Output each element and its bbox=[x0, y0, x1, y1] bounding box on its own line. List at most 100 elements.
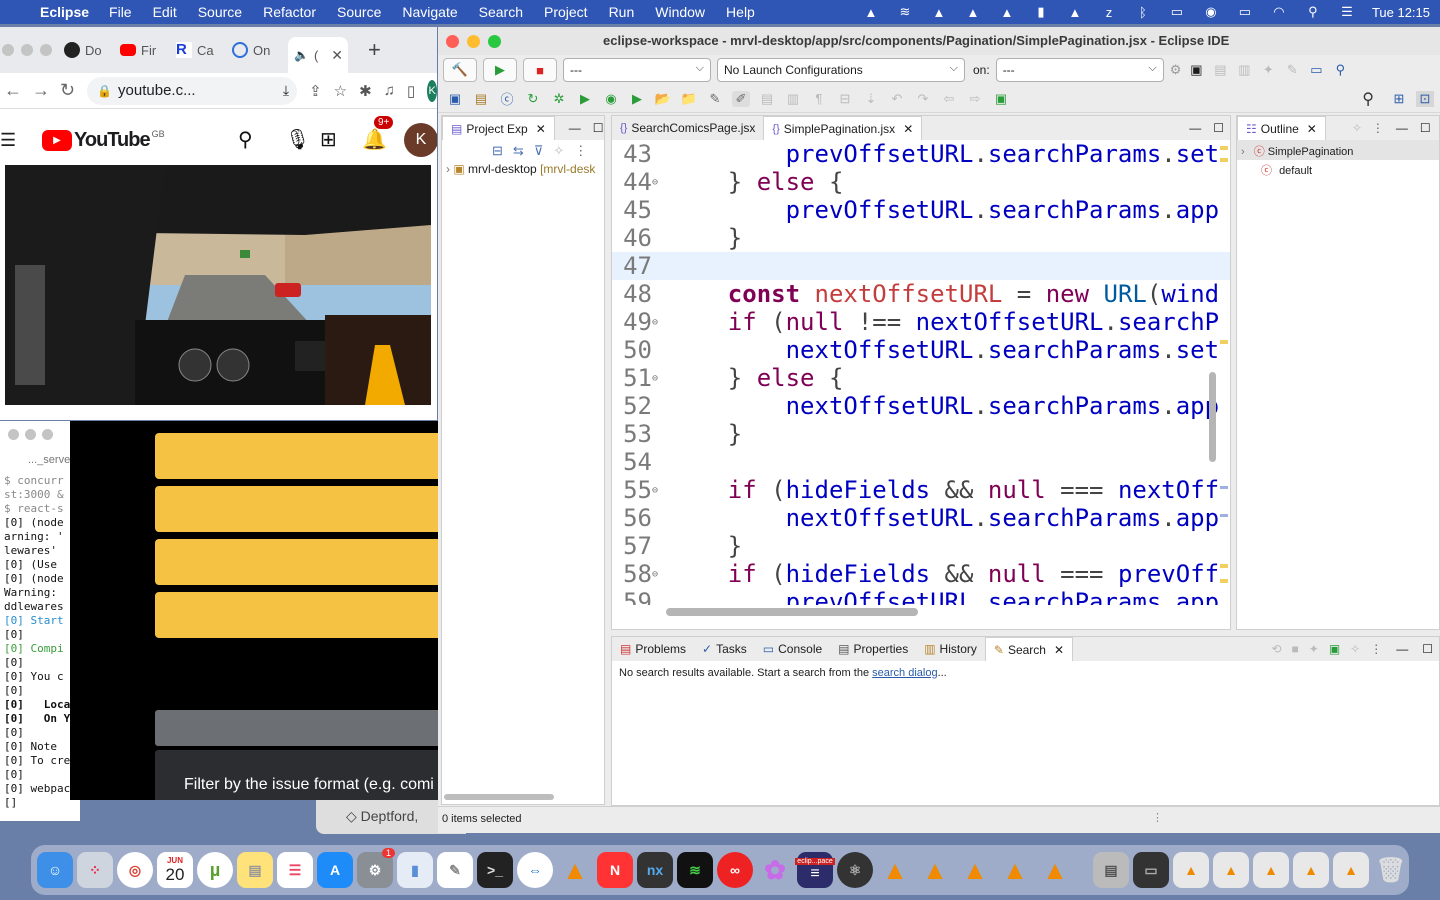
tab-problems[interactable]: ▤ Problems bbox=[612, 637, 694, 661]
overview-ruler-marker[interactable] bbox=[1220, 158, 1228, 162]
terminal-output[interactable]: $ concurr st:3000 & $ react-s [0] (node arni… bbox=[0, 474, 80, 810]
notes-icon[interactable]: ▤ bbox=[237, 852, 273, 888]
fold-toggle-icon[interactable]: ⊖ bbox=[652, 561, 664, 589]
create-video-icon[interactable]: ⊞ bbox=[320, 127, 337, 152]
battery-icon[interactable]: ▭ bbox=[1236, 4, 1254, 20]
forward-arrow-icon[interactable]: ⇨ bbox=[966, 91, 984, 107]
vlc-status-icon-4[interactable]: ▲ bbox=[998, 5, 1016, 20]
code-line[interactable]: 46 } bbox=[612, 224, 1230, 252]
zoom-window-button[interactable] bbox=[40, 44, 52, 56]
forward-arrow-icon[interactable]: → bbox=[32, 80, 50, 101]
keyboard-icon[interactable]: ▭ bbox=[1168, 4, 1186, 20]
tab-tasks[interactable]: ✓ Tasks bbox=[694, 637, 755, 661]
minimize-panel-icon[interactable]: — bbox=[1396, 121, 1408, 135]
menu-window[interactable]: Window bbox=[655, 4, 705, 20]
minimize-panel-icon[interactable]: — bbox=[1189, 121, 1201, 135]
bookmark-star-icon[interactable]: ☆ bbox=[334, 82, 347, 100]
pilcrow-icon[interactable]: ¶ bbox=[810, 91, 828, 106]
focus-icon[interactable]: ✧ bbox=[1352, 121, 1362, 135]
address-bar[interactable]: 🔒 youtube.c... ⤓ bbox=[87, 76, 298, 105]
code-line[interactable]: 47 bbox=[612, 252, 1230, 280]
menu-app-name[interactable]: Eclipse bbox=[40, 4, 89, 20]
code-line[interactable]: 49⊖ if (null !== nextOffsetURL.searchP bbox=[612, 308, 1230, 336]
outline-item-default[interactable]: ⓒ default bbox=[1261, 162, 1312, 178]
audio-wave-icon[interactable]: ≋ bbox=[896, 4, 914, 20]
flower-app-icon[interactable]: ✿ bbox=[757, 852, 793, 888]
minimized-window-icon[interactable]: ▤ bbox=[1093, 852, 1129, 888]
back-arrow-icon[interactable]: ← bbox=[4, 80, 22, 101]
minimized-window-icon-7[interactable]: ▲ bbox=[1333, 852, 1369, 888]
media-control-icon[interactable]: ♫ bbox=[384, 82, 395, 99]
new-class-icon[interactable]: ⓒ bbox=[498, 89, 516, 108]
menu-run[interactable]: Run bbox=[609, 4, 635, 20]
control-center-icon[interactable]: ☰ bbox=[1338, 4, 1356, 20]
launch-target-select[interactable]: --- ⌵ bbox=[995, 58, 1164, 82]
app-store-icon[interactable]: A bbox=[317, 852, 353, 888]
external-tools-icon[interactable]: ▶ bbox=[628, 91, 646, 107]
chrome-tab-active[interactable]: 🔈 (✕ bbox=[288, 37, 348, 73]
minimized-window-icon-2[interactable]: ▭ bbox=[1133, 852, 1169, 888]
minimized-window-icon-3[interactable]: ▲ bbox=[1173, 852, 1209, 888]
overview-ruler-marker[interactable] bbox=[1220, 514, 1228, 517]
calendar-icon[interactable]: JUN 20 bbox=[157, 852, 193, 888]
vlc-status-icon-3[interactable]: ▲ bbox=[964, 5, 982, 20]
menubar-clock[interactable]: Tue 12:15 bbox=[1372, 5, 1430, 20]
stop-button-icon[interactable]: ■ bbox=[523, 58, 557, 82]
save-icon[interactable]: ▤ bbox=[1211, 62, 1229, 78]
install-icon[interactable]: ⤓ bbox=[283, 82, 289, 99]
maximize-panel-icon[interactable]: ☐ bbox=[593, 121, 604, 135]
cancel-search-icon[interactable]: ■ bbox=[1292, 642, 1299, 656]
code-line[interactable]: 55⊖ if (hideFields && null === nextOff bbox=[612, 476, 1230, 504]
vertical-scrollbar[interactable] bbox=[1209, 372, 1216, 462]
trash-icon[interactable]: 🗑 bbox=[1373, 852, 1409, 888]
view-menu-icon[interactable]: ⋮ bbox=[1370, 642, 1382, 656]
status-resize-handle[interactable]: ⋮ bbox=[1152, 811, 1163, 824]
video-player[interactable] bbox=[5, 165, 431, 405]
close-window-button[interactable] bbox=[446, 34, 459, 48]
menu-source-2[interactable]: Source bbox=[337, 4, 381, 20]
project-tree-root[interactable]: › ▣ mrvl-desktop [mrvl-desk bbox=[446, 162, 595, 176]
menu-refactor[interactable]: Refactor bbox=[263, 4, 316, 20]
last-edit-icon[interactable]: ↶ bbox=[888, 91, 906, 107]
tab-simplepagination[interactable]: {} SimplePagination.jsx ✕ bbox=[763, 116, 923, 140]
open-perspective-icon[interactable]: ⊞ bbox=[1390, 91, 1408, 107]
vlc-icon[interactable]: ▲ bbox=[557, 852, 593, 888]
search-icon[interactable]: ⚲ bbox=[238, 127, 253, 152]
vlc-icon-3[interactable]: ▲ bbox=[917, 852, 953, 888]
code-line[interactable]: 45 prevOffsetURL.searchParams.app bbox=[612, 196, 1230, 224]
redo-edit-icon[interactable]: ↷ bbox=[914, 91, 932, 107]
chrome-tab-4[interactable]: On bbox=[232, 42, 288, 58]
view-menu-icon[interactable]: ⋮ bbox=[1372, 121, 1384, 135]
search-icon[interactable]: ⚲ bbox=[1362, 89, 1374, 109]
reminders-icon[interactable]: ☰ bbox=[277, 852, 313, 888]
textedit-icon[interactable]: ✎ bbox=[437, 852, 473, 888]
menu-project[interactable]: Project bbox=[544, 4, 588, 20]
overview-ruler-marker[interactable] bbox=[1220, 340, 1228, 344]
code-line[interactable]: 50 nextOffsetURL.searchParams.set bbox=[612, 336, 1230, 364]
minimized-window-icon-4[interactable]: ▲ bbox=[1213, 852, 1249, 888]
reload-icon[interactable]: ↻ bbox=[60, 80, 75, 101]
open-folder-icon[interactable]: 📂 bbox=[654, 91, 672, 107]
pin-editor-icon[interactable]: ▣ bbox=[992, 91, 1010, 107]
overview-ruler-marker[interactable] bbox=[1220, 146, 1228, 150]
vlc-status-icon-5[interactable]: ▲ bbox=[1066, 5, 1084, 20]
share-icon[interactable]: ⇪ bbox=[309, 82, 322, 100]
close-icon[interactable]: ✕ bbox=[1307, 122, 1317, 136]
coverage-icon[interactable]: ◉ bbox=[602, 91, 620, 107]
vlc-icon-2[interactable]: ▲ bbox=[877, 852, 913, 888]
minimize-window-button[interactable] bbox=[467, 34, 480, 48]
chrome-tab-2[interactable]: Fir bbox=[120, 43, 176, 58]
yellow-button-4[interactable] bbox=[155, 592, 440, 638]
code-line[interactable]: 43 prevOffsetURL.searchParams.set bbox=[612, 140, 1230, 168]
profile-avatar[interactable]: K bbox=[427, 79, 437, 102]
run-button-icon[interactable]: ▶ bbox=[483, 58, 517, 82]
focus-icon[interactable]: ✧ bbox=[1350, 642, 1360, 656]
code-line[interactable]: 44⊖ } else { bbox=[612, 168, 1230, 196]
news-icon[interactable]: N bbox=[597, 852, 633, 888]
bug-debug-icon[interactable]: ✲ bbox=[550, 91, 568, 107]
zoom-window-button[interactable] bbox=[42, 429, 53, 440]
hamburger-menu-icon[interactable]: ☰ bbox=[0, 130, 20, 151]
eclipse-workspace-icon[interactable]: eclip...pace ≡ bbox=[795, 852, 835, 888]
minimized-window-icon-5[interactable]: ▲ bbox=[1253, 852, 1289, 888]
creative-cloud-icon[interactable]: ∞ bbox=[717, 852, 753, 888]
